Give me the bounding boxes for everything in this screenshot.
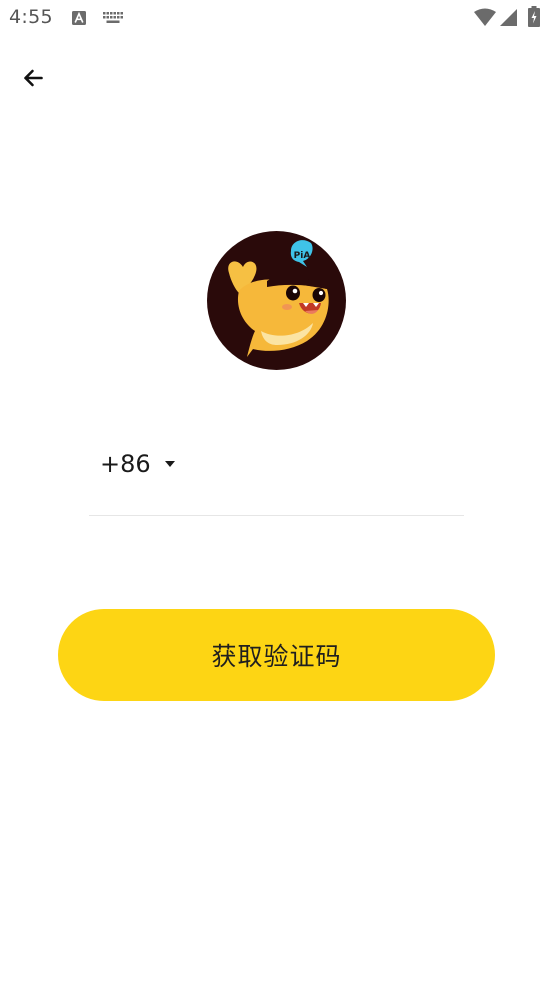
signal-icon [500, 9, 517, 26]
get-code-button[interactable]: 获取验证码 [58, 609, 495, 701]
country-code-selector[interactable]: +86 [100, 450, 175, 478]
keyboard-icon [103, 12, 123, 23]
a-notification-icon [72, 11, 86, 25]
get-code-label: 获取验证码 [211, 642, 342, 671]
logo-badge-text: PiA [294, 251, 311, 261]
phone-number-input[interactable] [199, 448, 459, 488]
status-bar: 4:55 [0, 0, 553, 36]
battery-icon [528, 6, 540, 27]
status-time: 4:55 [9, 6, 53, 28]
caret-down-icon [164, 461, 175, 467]
wifi-icon [474, 8, 496, 26]
country-code-value: +86 [100, 450, 151, 478]
arrow-left-icon [24, 69, 43, 87]
app-logo: PiA [207, 231, 346, 370]
phone-input-row: +86 [89, 440, 464, 516]
back-button[interactable] [15, 60, 51, 96]
